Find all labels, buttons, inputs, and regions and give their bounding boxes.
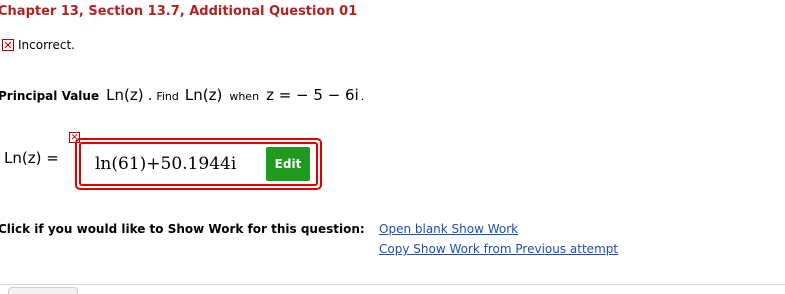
answer-label: Ln(z) = <box>4 149 59 167</box>
open-blank-show-work-link[interactable]: Open blank Show Work <box>379 222 518 236</box>
divider <box>0 284 785 285</box>
page-title: Chapter 13, Section 13.7, Additional Que… <box>0 4 358 19</box>
when-label: when <box>229 90 260 103</box>
z-equation: z = − 5 − 6i <box>266 86 359 104</box>
status-text: Incorrect. <box>18 38 75 52</box>
principal-value-label: Principal Value <box>0 89 100 103</box>
status-message: ✕ Incorrect. <box>2 38 75 52</box>
ln-z-expression-2: Ln(z) <box>184 86 223 104</box>
copy-show-work-link[interactable]: Copy Show Work from Previous attempt <box>379 242 618 256</box>
question-text: Principal Value Ln(z) . Find Ln(z) when … <box>0 86 364 104</box>
ln-z-expression: Ln(z) <box>106 86 144 104</box>
find-label: Find <box>156 90 179 103</box>
period-end: . <box>360 90 365 103</box>
period: . <box>147 86 153 104</box>
edit-button[interactable]: Edit <box>266 147 310 181</box>
x-icon: ✕ <box>2 39 14 52</box>
answer-value: ln(61)+50.1944i <box>95 154 237 174</box>
show-work-prompt: Click if you would like to Show Work for… <box>0 222 365 236</box>
